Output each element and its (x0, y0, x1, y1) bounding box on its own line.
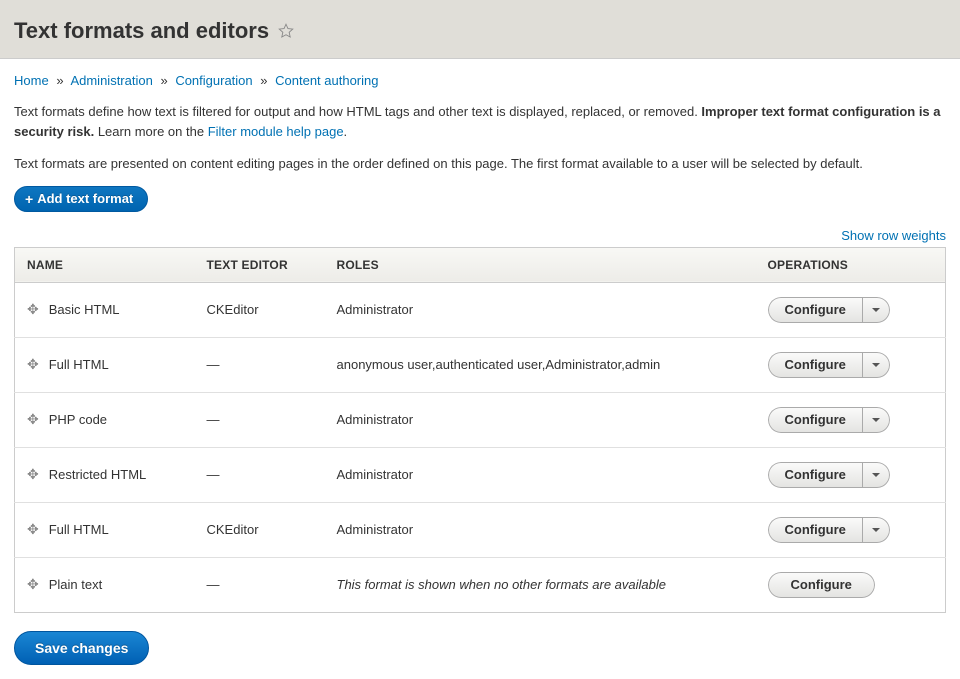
operations-dropbutton: Configure (768, 572, 875, 598)
configure-button[interactable]: Configure (768, 462, 862, 488)
editor-cell: — (195, 337, 325, 392)
editor-cell: CKEditor (195, 502, 325, 557)
operations-dropbutton: Configure (768, 462, 890, 488)
dropbutton-arrow[interactable] (862, 297, 890, 323)
breadcrumb-configuration[interactable]: Configuration (175, 73, 252, 88)
format-name: Restricted HTML (49, 467, 147, 482)
text-formats-table: NAME TEXT EDITOR ROLES OPERATIONS ✥ Basic… (14, 247, 946, 613)
configure-button[interactable]: Configure (768, 517, 862, 543)
roles-cell: Administrator (325, 392, 756, 447)
col-header-name: NAME (15, 247, 195, 282)
breadcrumb: Home » Administration » Configuration » … (14, 73, 946, 88)
breadcrumb-administration[interactable]: Administration (70, 73, 152, 88)
configure-button[interactable]: Configure (768, 407, 862, 433)
roles-cell: anonymous user,authenticated user,Admini… (325, 337, 756, 392)
roles-cell: This format is shown when no other forma… (325, 557, 756, 612)
col-header-editor: TEXT EDITOR (195, 247, 325, 282)
editor-cell: — (195, 392, 325, 447)
star-icon[interactable] (277, 22, 295, 40)
save-changes-button[interactable]: Save changes (14, 631, 149, 665)
col-header-roles: ROLES (325, 247, 756, 282)
table-row: ✥ Basic HTML CKEditorAdministrator Configur… (15, 282, 946, 337)
dropbutton-arrow[interactable] (862, 517, 890, 543)
roles-cell: Administrator (325, 502, 756, 557)
page-title-text: Text formats and editors (14, 18, 269, 44)
drag-handle-icon[interactable]: ✥ (27, 466, 39, 483)
drag-handle-icon[interactable]: ✥ (27, 356, 39, 373)
editor-cell: — (195, 557, 325, 612)
operations-dropbutton: Configure (768, 297, 890, 323)
editor-cell: — (195, 447, 325, 502)
format-name: PHP code (49, 412, 107, 427)
configure-button[interactable]: Configure (768, 572, 875, 598)
roles-cell: Administrator (325, 447, 756, 502)
plus-icon: + (25, 191, 33, 207)
editor-cell: CKEditor (195, 282, 325, 337)
configure-button[interactable]: Configure (768, 297, 862, 323)
add-text-format-button[interactable]: + Add text format (14, 186, 148, 212)
show-row-weights-link[interactable]: Show row weights (841, 228, 946, 243)
drag-handle-icon[interactable]: ✥ (27, 521, 39, 538)
breadcrumb-content-authoring[interactable]: Content authoring (275, 73, 378, 88)
intro-text-2: Text formats are presented on content ed… (14, 154, 946, 174)
intro-text-1: Text formats define how text is filtered… (14, 102, 946, 141)
table-row: ✥ PHP code —Administrator Configure (15, 392, 946, 447)
col-header-operations: OPERATIONS (756, 247, 946, 282)
page-title: Text formats and editors (14, 18, 295, 44)
table-row: ✥ Plain text —This format is shown when no… (15, 557, 946, 612)
operations-dropbutton: Configure (768, 407, 890, 433)
format-name: Full HTML (49, 522, 109, 537)
operations-dropbutton: Configure (768, 352, 890, 378)
drag-handle-icon[interactable]: ✥ (27, 576, 39, 593)
filter-help-link[interactable]: Filter module help page (208, 124, 344, 139)
table-row: ✥ Full HTML CKEditorAdministrator Configure (15, 502, 946, 557)
table-row: ✥ Full HTML —anonymous user,authenticated … (15, 337, 946, 392)
drag-handle-icon[interactable]: ✥ (27, 301, 39, 318)
dropbutton-arrow[interactable] (862, 407, 890, 433)
table-row: ✥ Restricted HTML —Administrator Configure (15, 447, 946, 502)
dropbutton-arrow[interactable] (862, 462, 890, 488)
operations-dropbutton: Configure (768, 517, 890, 543)
breadcrumb-home[interactable]: Home (14, 73, 49, 88)
format-name: Basic HTML (49, 302, 120, 317)
dropbutton-arrow[interactable] (862, 352, 890, 378)
drag-handle-icon[interactable]: ✥ (27, 411, 39, 428)
configure-button[interactable]: Configure (768, 352, 862, 378)
format-name: Full HTML (49, 357, 109, 372)
page-header: Text formats and editors (0, 0, 960, 59)
format-name: Plain text (49, 577, 102, 592)
roles-cell: Administrator (325, 282, 756, 337)
